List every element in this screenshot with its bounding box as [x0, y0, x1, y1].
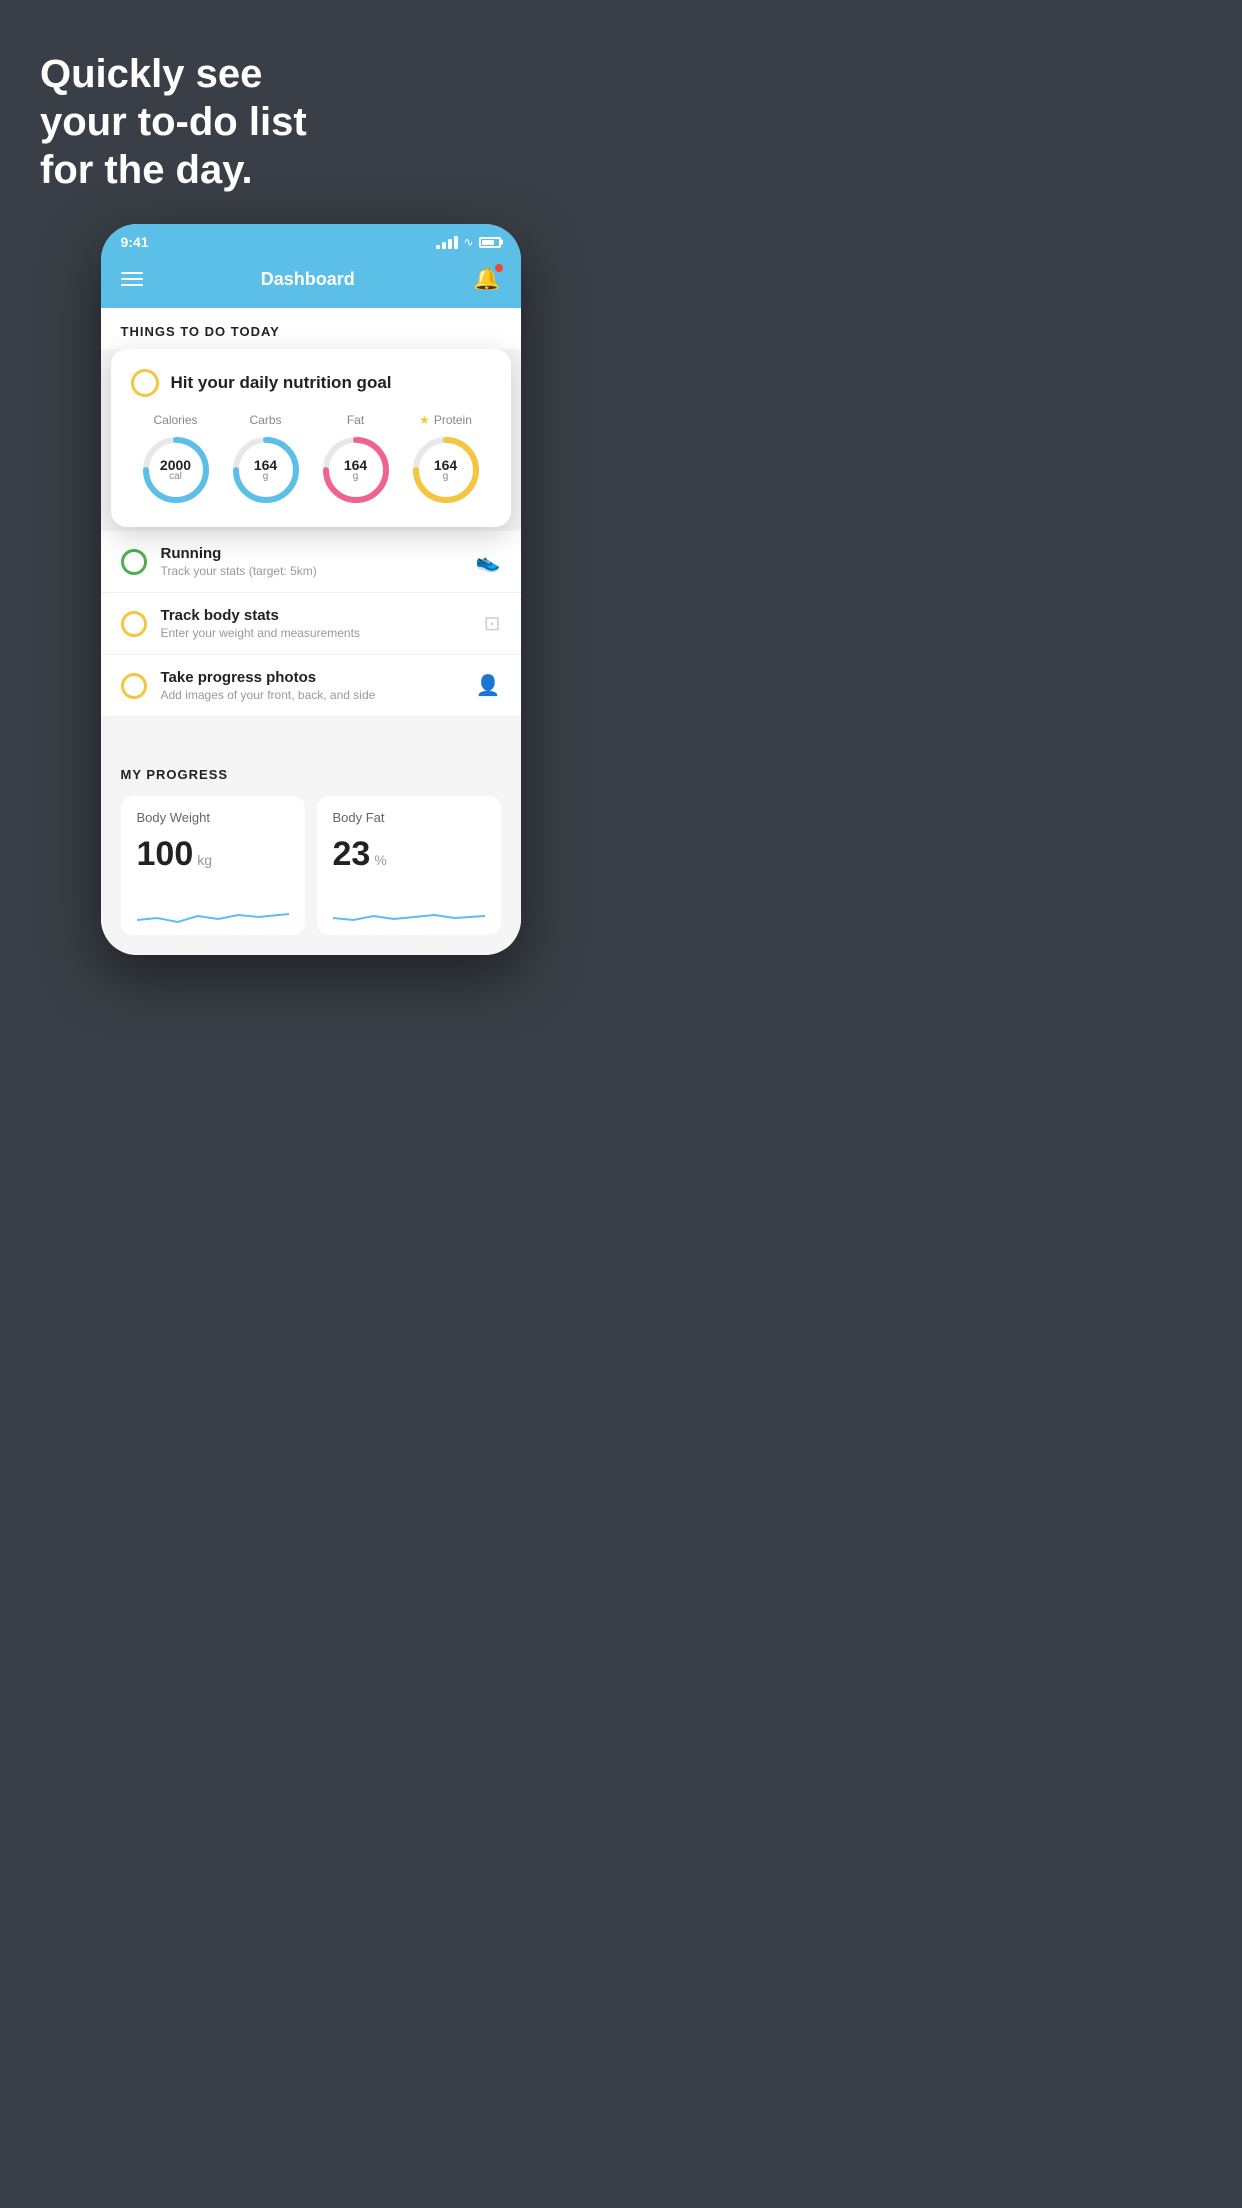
battery-icon [479, 237, 501, 248]
todo-running-name: Running [161, 545, 462, 562]
progress-cards: Body Weight 100 kg Body Fat 23 [121, 796, 501, 935]
protein-unit: g [434, 472, 457, 482]
todo-body-stats[interactable]: Track body stats Enter your weight and m… [101, 593, 521, 655]
body-fat-title: Body Fat [333, 810, 485, 825]
todo-photos[interactable]: Take progress photos Add images of your … [101, 655, 521, 717]
app-header: Dashboard 🔔 [101, 256, 521, 308]
todo-list: Running Track your stats (target: 5km) 👟… [101, 531, 521, 717]
protein-value: 164 [434, 458, 457, 472]
person-icon: 👤 [476, 673, 501, 698]
protein-circle: 164 g [409, 433, 483, 507]
body-fat-value-row: 23 % [333, 835, 485, 874]
things-section-header: THINGS TO DO TODAY [101, 308, 521, 349]
calories-label: Calories [153, 413, 197, 427]
status-time: 9:41 [121, 234, 149, 250]
stat-calories: Calories 2000 cal [139, 413, 213, 507]
stat-fat: Fat 164 g [319, 413, 393, 507]
wifi-icon: ∿ [463, 235, 473, 249]
nutrition-title: Hit your daily nutrition goal [171, 373, 392, 393]
todo-body-stats-sub: Enter your weight and measurements [161, 626, 470, 640]
page-wrapper: Quickly see your to-do list for the day.… [0, 0, 621, 1104]
carbs-value: 164 [254, 458, 277, 472]
header-title: Dashboard [261, 269, 355, 290]
body-fat-value: 23 [333, 835, 371, 874]
calories-value: 2000 [160, 458, 191, 472]
body-weight-title: Body Weight [137, 810, 289, 825]
body-weight-sparkline [137, 890, 289, 930]
calories-unit: cal [160, 472, 191, 482]
carbs-label: Carbs [249, 413, 281, 427]
fat-value: 164 [344, 458, 367, 472]
running-icon: 👟 [476, 549, 501, 574]
notification-dot [495, 264, 503, 272]
protein-label: ★ Protein [419, 413, 472, 427]
scale-icon: ⊡ [484, 611, 501, 636]
hero-title: Quickly see your to-do list for the day. [40, 50, 581, 194]
things-title: THINGS TO DO TODAY [121, 324, 501, 339]
nutrition-stats: Calories 2000 cal [131, 413, 491, 507]
todo-photos-name: Take progress photos [161, 669, 462, 686]
todo-photos-circle [121, 673, 147, 699]
nutrition-card-header: Hit your daily nutrition goal [131, 369, 491, 397]
todo-running-text: Running Track your stats (target: 5km) [161, 545, 462, 578]
carbs-unit: g [254, 472, 277, 482]
nutrition-check-circle [131, 369, 159, 397]
carbs-circle: 164 g [229, 433, 303, 507]
body-weight-unit: kg [197, 852, 212, 868]
todo-body-stats-name: Track body stats [161, 607, 470, 624]
fat-label: Fat [347, 413, 364, 427]
status-bar: 9:41 ∿ [101, 224, 521, 256]
nutrition-card[interactable]: Hit your daily nutrition goal Calories [111, 349, 511, 527]
body-weight-value-row: 100 kg [137, 835, 289, 874]
progress-title: MY PROGRESS [121, 767, 501, 782]
fat-unit: g [344, 472, 367, 482]
progress-section: MY PROGRESS Body Weight 100 kg [101, 747, 521, 955]
todo-running-sub: Track your stats (target: 5km) [161, 564, 462, 578]
body-fat-card[interactable]: Body Fat 23 % [317, 796, 501, 935]
star-icon: ★ [419, 413, 430, 427]
phone-mockup: 9:41 ∿ Dashboard 🔔 [101, 224, 521, 955]
body-fat-sparkline [333, 890, 485, 930]
menu-button[interactable] [121, 272, 143, 286]
body-weight-value: 100 [137, 835, 194, 874]
todo-photos-sub: Add images of your front, back, and side [161, 688, 462, 702]
calories-circle: 2000 cal [139, 433, 213, 507]
app-content: THINGS TO DO TODAY Hit your daily nutrit… [101, 308, 521, 955]
signal-bars-icon [436, 236, 458, 249]
stat-protein: ★ Protein 164 g [409, 413, 483, 507]
status-icons: ∿ [436, 235, 500, 249]
body-weight-card[interactable]: Body Weight 100 kg [121, 796, 305, 935]
notification-button[interactable]: 🔔 [473, 266, 500, 292]
todo-running[interactable]: Running Track your stats (target: 5km) 👟 [101, 531, 521, 593]
todo-body-stats-text: Track body stats Enter your weight and m… [161, 607, 470, 640]
todo-photos-text: Take progress photos Add images of your … [161, 669, 462, 702]
fat-circle: 164 g [319, 433, 393, 507]
hero-section: Quickly see your to-do list for the day. [0, 0, 621, 224]
stat-carbs: Carbs 164 g [229, 413, 303, 507]
todo-running-circle [121, 549, 147, 575]
todo-body-stats-circle [121, 611, 147, 637]
body-fat-unit: % [374, 852, 386, 868]
